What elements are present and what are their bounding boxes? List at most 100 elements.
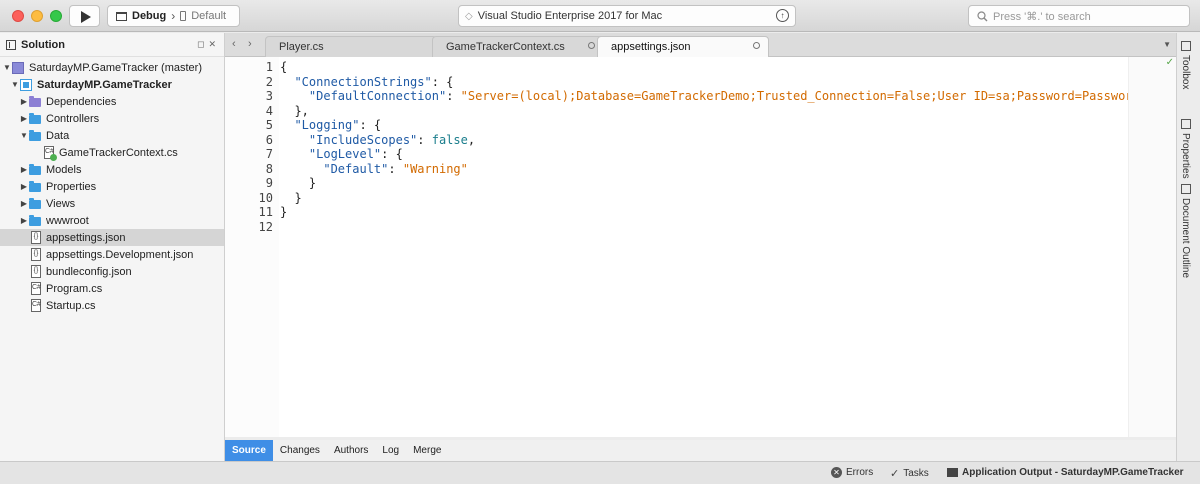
line-number: 12 (258, 219, 273, 234)
tree-item-label: Data (46, 129, 70, 142)
run-button[interactable] (69, 5, 100, 27)
code-line[interactable]: 5 "Logging": { (225, 118, 1176, 133)
expanded-arrow-icon[interactable]: ▼ (19, 131, 29, 140)
code-line[interactable]: 10 } (225, 191, 1176, 206)
tab-appsettings-json[interactable]: appsettings.json (597, 36, 769, 57)
close-window-button[interactable] (12, 10, 24, 22)
code-text: } (280, 190, 302, 205)
code-text: "IncludeScopes": false, (308, 132, 476, 147)
csharp-file-icon: C# (31, 282, 41, 295)
editor-overview-ruler[interactable]: ✓ (1128, 57, 1176, 437)
expanded-arrow-icon[interactable]: ▼ (2, 63, 12, 72)
code-text: } (280, 205, 288, 219)
code-line[interactable]: 7 "LogLevel": { (225, 147, 1176, 162)
collapsed-arrow-icon[interactable]: ▶ (19, 114, 29, 123)
code-line[interactable]: 1{ (225, 60, 1176, 75)
properties-icon (1180, 119, 1191, 129)
json-file-icon: {} (31, 248, 41, 261)
tree-item-label: Dependencies (46, 95, 117, 108)
device-icon (180, 11, 187, 21)
tree-item-label: bundleconfig.json (46, 265, 132, 278)
vc-tab-merge[interactable]: Merge (406, 440, 448, 461)
collapsed-arrow-icon[interactable]: ▶ (19, 182, 29, 191)
code-line[interactable]: 2 "ConnectionStrings": { (225, 75, 1176, 90)
vc-tab-authors[interactable]: Authors (327, 440, 375, 461)
code-line[interactable]: 12 (225, 220, 1176, 235)
solution-icon (12, 61, 24, 74)
tree-item-wwwroot[interactable]: ▶ wwwroot (0, 212, 224, 229)
errors-pad-button[interactable]: ✕ Errors (831, 467, 873, 478)
json-file-icon: {} (31, 265, 41, 278)
tree-item-solution[interactable]: ▼ SaturdayMP.GameTracker (master) (0, 59, 224, 76)
editor-tab-bar: ‹ › Player.cs GameTrackerContext.cs apps… (225, 33, 1176, 57)
tab-close-icon[interactable] (753, 42, 760, 49)
status-text: Visual Studio Enterprise 2017 for Mac (477, 10, 663, 22)
zoom-window-button[interactable] (50, 10, 62, 22)
tab-label: Player.cs (279, 41, 324, 53)
collapsed-arrow-icon[interactable]: ▶ (19, 199, 29, 208)
tasks-pad-button[interactable]: ✓ Tasks (890, 467, 929, 480)
tab-close-icon[interactable] (588, 42, 595, 49)
code-line[interactable]: 11} (225, 205, 1176, 220)
dock-toolbox[interactable]: Toolbox (1180, 41, 1191, 89)
status-display: ◇ Visual Studio Enterprise 2017 for Mac … (458, 5, 796, 27)
tree-item-controllers[interactable]: ▶ Controllers (0, 110, 224, 127)
tree-item-appsettings-development[interactable]: {} appsettings.Development.json (0, 246, 224, 263)
collapsed-arrow-icon[interactable]: ▶ (19, 165, 29, 174)
tree-item-properties[interactable]: ▶ Properties (0, 178, 224, 195)
restore-pad-icon[interactable]: ◻ (197, 39, 204, 50)
version-control-tabs: Source Changes Authors Log Merge (225, 440, 1176, 461)
search-placeholder: Press '⌘.' to search (993, 10, 1091, 23)
tree-item-appsettings[interactable]: {} appsettings.json (0, 229, 224, 246)
tab-overflow-icon[interactable]: ▼ (1163, 40, 1171, 49)
tree-item-label: appsettings.Development.json (46, 248, 194, 261)
expanded-arrow-icon[interactable]: ▼ (10, 80, 20, 89)
vc-tab-log[interactable]: Log (375, 440, 406, 461)
folder-icon (29, 130, 41, 141)
code-line[interactable]: 4 }, (225, 104, 1176, 119)
collapsed-arrow-icon[interactable]: ▶ (19, 97, 29, 106)
configuration-selector[interactable]: Debug › Default (107, 5, 240, 27)
tree-item-models[interactable]: ▶ Models (0, 161, 224, 178)
tree-item-program[interactable]: C# Program.cs (0, 280, 224, 297)
updates-icon[interactable]: ↑ (776, 9, 789, 22)
tree-item-data[interactable]: ▼ Data (0, 127, 224, 144)
tree-item-startup[interactable]: C# Startup.cs (0, 297, 224, 314)
folder-icon (29, 113, 41, 124)
tree-item-project[interactable]: ▼ SaturdayMP.GameTracker (0, 76, 224, 93)
search-input[interactable]: Press '⌘.' to search (968, 5, 1190, 27)
search-icon (977, 10, 988, 21)
code-line[interactable]: 6 "IncludeScopes": false, (225, 133, 1176, 148)
toolbox-icon (1180, 41, 1191, 51)
tree-item-label: GameTrackerContext.cs (59, 146, 178, 159)
navigate-forward-icon[interactable]: › (248, 38, 252, 50)
line-number: 1 (265, 60, 273, 74)
tree-item-label: appsettings.json (46, 231, 126, 244)
navigate-back-icon[interactable]: ‹ (232, 38, 236, 50)
tab-label: GameTrackerContext.cs (446, 41, 565, 53)
tree-item-label: Controllers (46, 112, 100, 125)
close-pad-icon[interactable]: ✕ (208, 39, 216, 50)
tab-gametrackercontext-cs[interactable]: GameTrackerContext.cs (432, 36, 604, 57)
code-line[interactable]: 8 "Default": "Warning" (225, 162, 1176, 177)
line-number: 3 (265, 89, 273, 103)
code-line[interactable]: 9 } (225, 176, 1176, 191)
dock-document-outline[interactable]: Document Outline (1180, 184, 1191, 278)
vc-tab-source[interactable]: Source (225, 440, 273, 461)
tree-item-gametrackercontext[interactable]: C# GameTrackerContext.cs (0, 144, 224, 161)
tree-item-views[interactable]: ▶ Views (0, 195, 224, 212)
tab-player-cs[interactable]: Player.cs (265, 36, 437, 57)
code-line[interactable]: 3 "DefaultConnection": "Server=(local);D… (225, 89, 1183, 104)
application-output-button[interactable]: Application Output - SaturdayMP.GameTrac… (947, 467, 1184, 478)
code-text: "Logging": { (294, 118, 382, 132)
vc-tab-changes[interactable]: Changes (273, 440, 327, 461)
collapsed-arrow-icon[interactable]: ▶ (19, 216, 29, 225)
tree-item-bundleconfig[interactable]: {} bundleconfig.json (0, 263, 224, 280)
code-editor[interactable]: 1{2 "ConnectionStrings": {3 "DefaultConn… (225, 57, 1183, 437)
dock-label: Document Outline (1180, 198, 1191, 279)
tree-item-dependencies[interactable]: ▶ Dependencies (0, 93, 224, 110)
minimize-window-button[interactable] (31, 10, 43, 22)
errors-icon: ✕ (831, 467, 842, 478)
code-text: "DefaultConnection": "Server=(local);Dat… (308, 89, 1184, 103)
dock-properties[interactable]: Properties (1180, 119, 1191, 179)
